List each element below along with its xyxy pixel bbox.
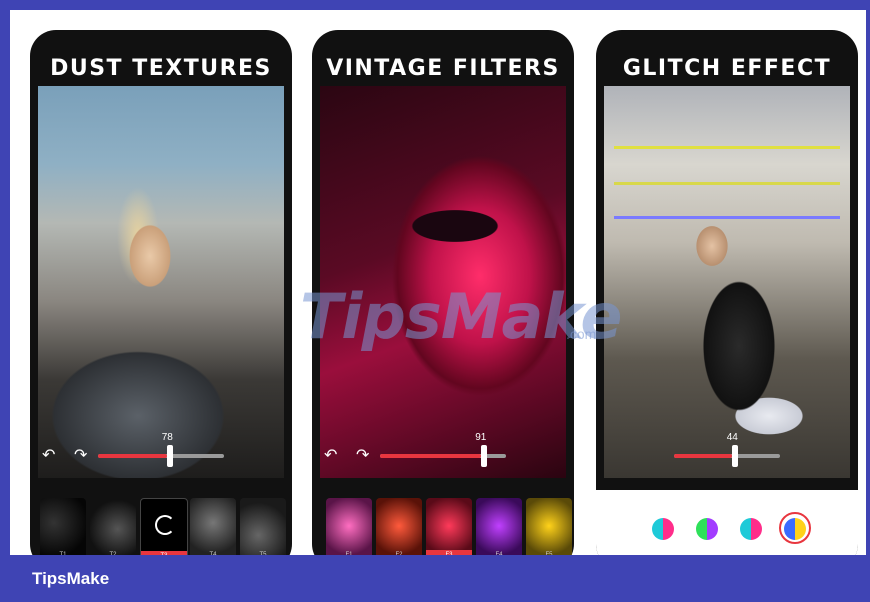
thumbnail-selected[interactable]: T3 [140, 498, 188, 555]
slider-value: 78 [161, 432, 173, 443]
undo-icon[interactable]: ↶ [324, 448, 337, 464]
glitch-line [614, 146, 840, 149]
glitch-line [614, 216, 840, 219]
slider-fill [98, 454, 168, 458]
redo-icon[interactable]: ↷ [74, 448, 87, 464]
slider-fill [380, 454, 481, 458]
watermark: TipsMake [300, 280, 622, 353]
thumbnail[interactable]: F5 [526, 498, 572, 555]
glitch-line [614, 182, 840, 185]
color-options [596, 490, 858, 555]
texture-thumbnails: T1 T2 T3 T4 T5 [30, 488, 292, 555]
reset-icon [155, 515, 175, 535]
color-option-selected[interactable] [784, 518, 806, 540]
thumbnail[interactable]: T5 [240, 498, 286, 555]
color-option[interactable] [696, 518, 718, 540]
app-screenshots-collage: DUST TEXTURES ↶ ↷ 78 T1 T2 T3 [10, 10, 866, 555]
footer-bar: TipsMake [0, 555, 870, 602]
slider-fill [674, 454, 733, 458]
slider-thumb[interactable] [167, 445, 174, 467]
preview-photo: 44 [604, 86, 850, 478]
thumbnail[interactable]: F2 [376, 498, 422, 555]
slider-thumb[interactable] [480, 445, 487, 467]
slider-thumb[interactable] [732, 445, 739, 467]
color-option[interactable] [652, 518, 674, 540]
preview-photo: ↶ ↷ 78 [38, 86, 284, 478]
intensity-slider[interactable]: 91 [380, 432, 506, 468]
thumbnail[interactable]: T1 [40, 498, 86, 555]
phone-glitch-effect: GLITCH EFFECT 44 [596, 30, 858, 555]
slider-value: 91 [475, 432, 487, 443]
intensity-slider[interactable]: 44 [674, 432, 780, 468]
footer-brand: TipsMake [32, 569, 110, 588]
thumbnail[interactable]: T4 [190, 498, 236, 555]
thumbnail[interactable]: T2 [90, 498, 136, 555]
intensity-slider[interactable]: 78 [98, 432, 224, 468]
phone-dust-textures: DUST TEXTURES ↶ ↷ 78 T1 T2 T3 [30, 30, 292, 555]
thumbnail[interactable]: F4 [476, 498, 522, 555]
undo-icon[interactable]: ↶ [42, 448, 55, 464]
thumbnail-selected[interactable]: F3 [426, 498, 472, 555]
filter-thumbnails: F1 F2 F3 F4 F5 [312, 488, 574, 555]
watermark-suffix: .com [566, 326, 597, 342]
thumbnail[interactable]: F1 [326, 498, 372, 555]
slider-value: 44 [726, 432, 738, 443]
color-option[interactable] [740, 518, 762, 540]
redo-icon[interactable]: ↷ [356, 448, 369, 464]
